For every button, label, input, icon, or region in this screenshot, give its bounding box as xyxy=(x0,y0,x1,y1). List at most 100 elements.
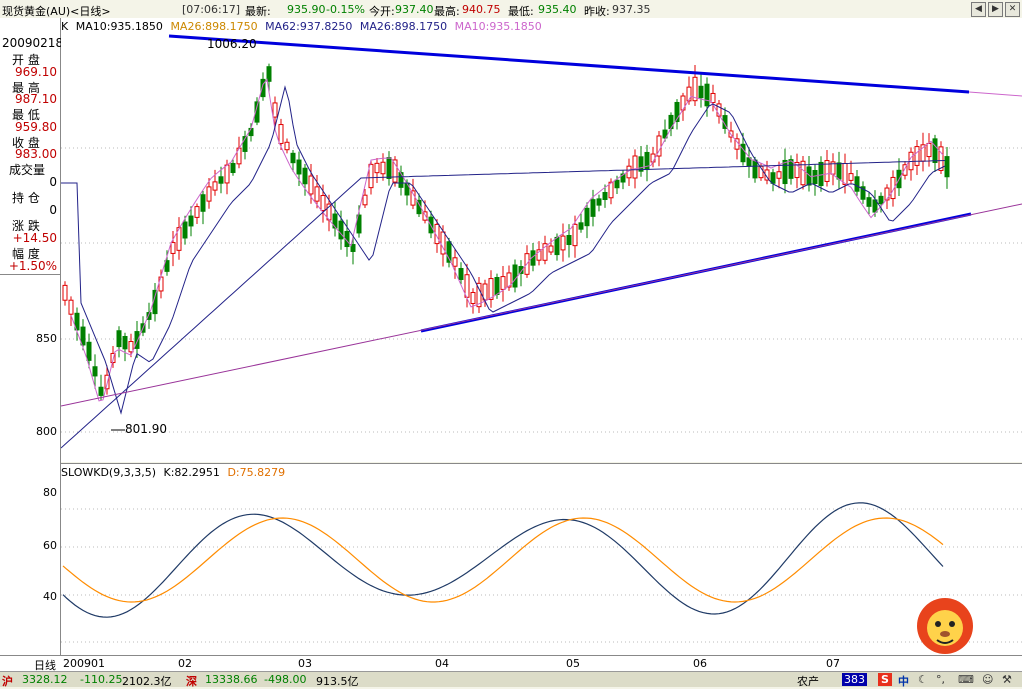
title-bar: 现货黄金(AU)<日线> [07:06:17] 最新: 935.90 -0.15… xyxy=(0,0,1022,19)
price-chart[interactable]: K MA10:935.1850 MA26:898.1750 MA62:937.8… xyxy=(61,18,1022,462)
candle-body xyxy=(272,102,278,118)
sz-label: 深 xyxy=(186,675,197,688)
candle-body xyxy=(320,195,326,211)
ma26-legend: MA26:898.1750 xyxy=(170,20,258,33)
y-tick-850: 850 xyxy=(36,332,57,345)
candle-body xyxy=(80,326,86,346)
open-value: 937.40 xyxy=(395,3,434,16)
prev-value: 937.35 xyxy=(612,3,651,16)
candle-body xyxy=(182,221,188,239)
candle-body xyxy=(284,141,290,151)
candle-body xyxy=(632,155,638,179)
candle-body xyxy=(380,161,386,175)
candle-body xyxy=(248,127,254,137)
candle-body xyxy=(452,257,458,267)
candle-body xyxy=(590,199,596,217)
candle-body xyxy=(710,92,716,104)
user-icon[interactable]: ☺ xyxy=(982,673,993,686)
prev-label: 昨收: xyxy=(584,5,610,18)
candle-body xyxy=(596,198,602,206)
sh-amount: 2102.3亿 xyxy=(122,675,172,688)
candle-body xyxy=(944,156,950,178)
x-tick-03: 03 xyxy=(298,657,312,670)
candle-body xyxy=(500,276,506,290)
keyboard-icon[interactable]: ⌨ xyxy=(958,673,974,686)
high-value: 940.75 xyxy=(462,3,501,16)
symbol-title: 现货黄金(AU)<日线> xyxy=(2,5,111,18)
ma10b-legend: MA10:935.1850 xyxy=(454,20,542,33)
candle-body xyxy=(842,162,848,186)
candle-body xyxy=(212,181,218,191)
candle-body xyxy=(386,157,392,179)
ma62-legend: MA62:937.8250 xyxy=(265,20,353,33)
open-label: 今开: xyxy=(369,5,395,18)
candle-body xyxy=(752,159,758,179)
position-value: 0 xyxy=(49,203,57,217)
candle-body xyxy=(92,366,98,377)
low-value: 935.40 xyxy=(538,3,577,16)
lower-trend-extension xyxy=(61,203,1022,407)
candle-body xyxy=(614,179,620,189)
sh-change: -110.25 xyxy=(80,673,123,686)
candle-body xyxy=(470,292,476,304)
upper-trend-extension xyxy=(968,91,1022,97)
wrench-icon[interactable]: ⚒ xyxy=(1002,673,1012,686)
candle-body xyxy=(464,274,470,298)
candle-body xyxy=(572,223,578,247)
candle-body xyxy=(512,264,518,288)
k-indicator: K xyxy=(61,20,69,33)
candle-body xyxy=(554,236,560,256)
candle-body xyxy=(812,170,818,184)
bar-date: 20090218 xyxy=(2,36,64,50)
candle-body xyxy=(296,159,302,175)
sub-y-tick-60: 60 xyxy=(43,539,57,552)
s-logo-icon[interactable]: S xyxy=(878,673,892,686)
candle-body xyxy=(638,156,644,172)
close-value: 983.00 xyxy=(15,147,57,161)
candle-body xyxy=(782,159,788,185)
candle-body xyxy=(584,207,590,227)
sz-amount: 913.5亿 xyxy=(316,675,359,688)
ime-indicator[interactable]: 中 xyxy=(898,673,909,689)
kd-legend: SLOWKD(9,3,3,5) K:82.2951 D:75.8279 xyxy=(61,466,285,479)
status-right-text[interactable]: 农产 xyxy=(797,673,819,689)
upper-trend-line xyxy=(168,34,970,94)
candle-body xyxy=(170,242,176,254)
status-right-num[interactable]: 383 xyxy=(842,673,867,686)
candle-body xyxy=(230,162,236,174)
back-arrow-icon[interactable]: ◀ xyxy=(971,2,986,17)
candle-body xyxy=(194,206,200,218)
y-tick-800: 800 xyxy=(36,425,57,438)
sz-index: 13338.66 xyxy=(205,673,258,686)
candle-body xyxy=(308,175,314,195)
kd-canvas xyxy=(61,502,1022,643)
sh-index: 3328.12 xyxy=(22,673,68,686)
candle-body xyxy=(848,173,854,181)
change-pct: -0.15% xyxy=(326,3,365,16)
moon-icon[interactable]: ☾ xyxy=(918,673,928,686)
candle-body xyxy=(200,194,206,212)
ma10-line xyxy=(70,78,944,402)
ma-legend: K MA10:935.1850 MA26:898.1750 MA62:937.8… xyxy=(61,20,542,33)
candle-body xyxy=(578,222,584,230)
candle-body xyxy=(302,167,308,185)
kd-indicator-chart[interactable]: SLOWKD(9,3,3,5) K:82.2951 D:75.8279 xyxy=(61,463,1022,656)
x-tick-07: 07 xyxy=(826,657,840,670)
candle-body xyxy=(932,138,938,163)
latest-value: 935.90 xyxy=(287,3,326,16)
close-icon[interactable]: ✕ xyxy=(1005,2,1020,17)
punct-icon[interactable]: °, xyxy=(936,673,945,686)
candle-body xyxy=(362,194,368,206)
candle-body xyxy=(488,278,494,300)
candle-body xyxy=(926,142,932,158)
candle-body xyxy=(314,186,320,202)
low-value: 959.80 xyxy=(15,120,57,134)
header-time: [07:06:17] xyxy=(182,3,240,16)
pct-value: +1.50% xyxy=(8,259,57,273)
k-value: K:82.2951 xyxy=(163,466,220,479)
ma26-line xyxy=(61,85,946,415)
candle-body xyxy=(398,172,404,188)
candle-body xyxy=(854,176,860,192)
forward-arrow-icon[interactable]: ▶ xyxy=(988,2,1003,17)
candle-body xyxy=(116,330,122,348)
